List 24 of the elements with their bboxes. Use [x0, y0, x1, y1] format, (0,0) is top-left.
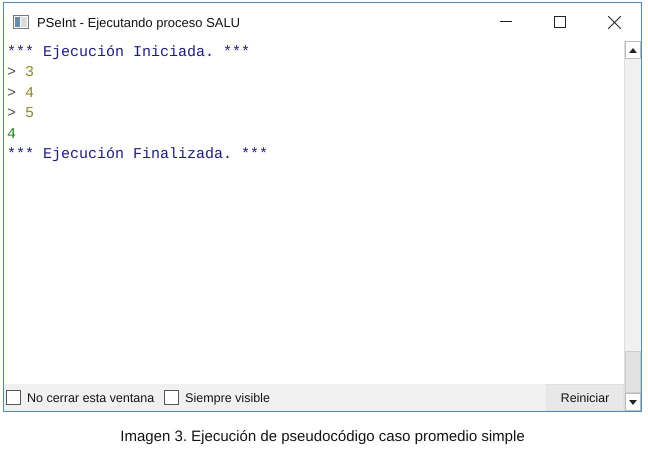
- close-icon[interactable]: [608, 16, 620, 28]
- console-message: *** Ejecución Iniciada. ***: [7, 43, 250, 63]
- checkbox-label: No cerrar esta ventana: [27, 390, 154, 404]
- checkbox[interactable]: [6, 390, 21, 405]
- maximize-icon[interactable]: [554, 16, 566, 28]
- console-message: *** Ejecución Finalizada. ***: [7, 145, 268, 166]
- scroll-down-icon[interactable]: [629, 400, 637, 404]
- prompt-symbol: >: [7, 104, 16, 124]
- restart-button[interactable]: Reiniciar: [546, 384, 624, 411]
- scroll-thumb[interactable]: [625, 351, 641, 393]
- input-value-text: 5: [25, 104, 34, 124]
- minimize-icon[interactable]: [500, 21, 512, 23]
- checkbox[interactable]: [164, 390, 180, 405]
- prompt-symbol: >: [7, 63, 16, 84]
- prompt-symbol: >: [7, 84, 16, 104]
- input-value-text: 4: [25, 84, 34, 104]
- checkbox-label: Siempre visible: [185, 390, 270, 404]
- app-icon: [13, 15, 29, 29]
- console-output: 4: [7, 124, 16, 145]
- window-title: PSeInt - Ejecutando proceso SALU: [37, 14, 242, 30]
- scrollbar[interactable]: [624, 41, 641, 411]
- input-value-text: 3: [25, 63, 34, 84]
- figure-caption: Imagen 3. Ejecución de pseudocódigo caso promedio simple: [119, 428, 526, 445]
- scroll-up-icon[interactable]: [629, 48, 637, 52]
